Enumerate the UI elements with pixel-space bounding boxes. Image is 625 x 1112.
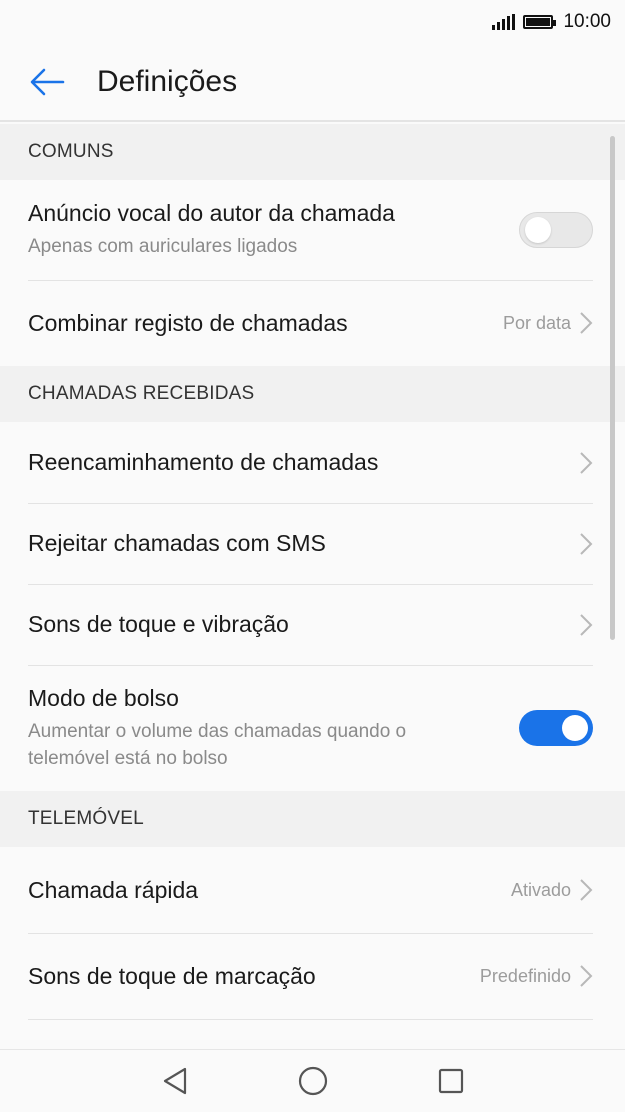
nav-back-button[interactable] [155, 1061, 195, 1101]
nav-recents-button[interactable] [431, 1061, 471, 1101]
signal-icon [492, 14, 516, 30]
setting-combinar-registo[interactable]: Combinar registo de chamadas Por data [0, 280, 625, 366]
toggle-anuncio-vocal[interactable] [519, 212, 593, 248]
setting-text: Sons de toque e vibração [28, 611, 579, 638]
status-time: 10:00 [563, 11, 611, 32]
section-header-comuns: COMUNS [0, 124, 625, 180]
group-chamadas-recebidas: Reencaminhamento de chamadas Rejeitar ch… [0, 422, 625, 791]
toggle-modo-bolso[interactable] [519, 710, 593, 746]
app-bar: Definições [0, 44, 625, 122]
chevron-right-icon [580, 879, 593, 901]
setting-label: Sons de toque de marcação [28, 962, 316, 989]
circle-home-icon [298, 1066, 327, 1096]
scrollbar[interactable] [610, 136, 615, 640]
triangle-back-icon [163, 1067, 186, 1095]
setting-label: Modo de bolso [28, 684, 179, 711]
setting-label: Reencaminhamento de chamadas [28, 449, 379, 475]
status-bar: 10:00 [0, 0, 625, 44]
chevron-right-icon [580, 451, 593, 474]
setting-text: Rejeitar chamadas com SMS [28, 530, 579, 557]
page-title: Definições [97, 65, 238, 98]
group-telemovel: Chamada rápida Ativado Sons de toque de … [0, 847, 625, 1060]
setting-chamada-rapida[interactable]: Chamada rápida Ativado [0, 847, 625, 933]
back-button[interactable] [12, 43, 82, 121]
setting-value: Ativado [510, 879, 571, 900]
setting-text: Reencaminhamento de chamadas [28, 449, 579, 476]
chevron-right-icon [580, 312, 593, 334]
setting-label: Chamada rápida [28, 876, 199, 903]
setting-value: Predefinido [479, 965, 571, 986]
toggle-knob [562, 715, 588, 741]
chevron-right-icon [580, 965, 593, 987]
system-nav-bar [0, 1049, 625, 1112]
setting-label: Sons de toque e vibração [28, 611, 289, 637]
setting-anuncio-vocal[interactable]: Anúncio vocal do autor da chamada Apenas… [0, 180, 625, 280]
setting-label: Rejeitar chamadas com SMS [28, 530, 326, 556]
setting-text: Anúncio vocal do autor da chamada Apenas… [28, 200, 519, 260]
setting-text: Sons de toque de marcação [28, 963, 480, 990]
section-header-chamadas-recebidas: CHAMADAS RECEBIDAS [0, 366, 625, 422]
section-header-telemovel: TELEMÓVEL [0, 791, 625, 847]
square-recents-icon [438, 1068, 463, 1094]
setting-text: Combinar registo de chamadas [28, 310, 503, 337]
setting-reencaminhamento[interactable]: Reencaminhamento de chamadas [0, 422, 625, 503]
setting-rejeitar-sms[interactable]: Rejeitar chamadas com SMS [0, 503, 625, 584]
chevron-right-icon [580, 613, 593, 636]
battery-icon [523, 15, 557, 29]
chevron-right-icon [580, 532, 593, 555]
group-comuns: Anúncio vocal do autor da chamada Apenas… [0, 180, 625, 366]
arrow-left-icon [30, 68, 65, 96]
setting-modo-bolso[interactable]: Modo de bolso Aumentar o volume das cham… [0, 665, 625, 791]
toggle-knob [525, 217, 551, 243]
setting-subtitle: Apenas com auriculares ligados [28, 236, 298, 257]
setting-sons-marcacao[interactable]: Sons de toque de marcação Predefinido [0, 933, 625, 1019]
setting-label: Anúncio vocal do autor da chamada [28, 200, 395, 226]
setting-subtitle: Aumentar o volume das chamadas quando o … [28, 720, 407, 769]
setting-text: Modo de bolso Aumentar o volume das cham… [28, 685, 519, 772]
setting-label: Combinar registo de chamadas [28, 309, 348, 336]
settings-list[interactable]: COMUNS Anúncio vocal do autor da chamada… [0, 124, 625, 1060]
setting-value: Por data [502, 312, 571, 333]
nav-home-button[interactable] [293, 1061, 333, 1101]
setting-sons-toque-vibracao[interactable]: Sons de toque e vibração [0, 584, 625, 665]
setting-text: Chamada rápida [28, 877, 511, 904]
